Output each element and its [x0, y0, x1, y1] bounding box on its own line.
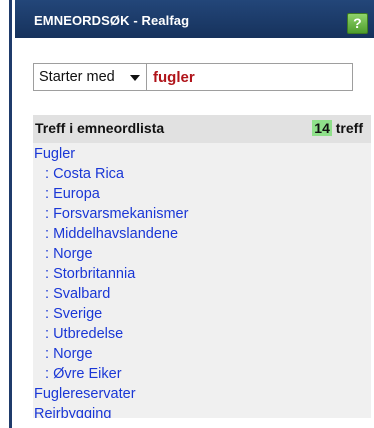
search-mode-select[interactable]: Starter med — [33, 63, 147, 91]
subject-subterm-link[interactable]: : Costa Rica — [33, 164, 371, 184]
subterm-separator: : — [45, 366, 54, 382]
term-label: Svalbard — [53, 286, 111, 302]
subject-subterm-link[interactable]: : Norge — [33, 344, 371, 364]
help-button[interactable]: ? — [347, 13, 368, 34]
chevron-down-icon — [130, 75, 140, 81]
subject-subterm-link[interactable]: : Middelhavslandene — [33, 224, 371, 244]
results-list: Fugler: Costa Rica: Europa: Forsvarsmeka… — [33, 143, 371, 424]
term-label: Middelhavslandene — [53, 226, 179, 242]
subterm-separator: : — [45, 306, 54, 322]
search-input[interactable] — [147, 63, 353, 91]
subject-subterm-link[interactable]: : Europa — [33, 184, 371, 204]
subject-subterm-link[interactable]: : Storbritannia — [33, 264, 371, 284]
subject-subterm-link[interactable]: : Utbredelse — [33, 324, 371, 344]
subterm-separator: : — [45, 246, 54, 262]
subterm-separator: : — [45, 166, 54, 182]
term-label: Fuglereservater — [34, 386, 136, 402]
results-header: Treff i emneordlista 14 treff — [33, 115, 371, 143]
subterm-separator: : — [45, 326, 54, 342]
term-label: Fugler — [34, 146, 76, 162]
term-label: Utbredelse — [53, 326, 124, 342]
subterm-separator: : — [45, 186, 54, 202]
subterm-separator: : — [45, 286, 54, 302]
term-label: Sverige — [53, 306, 103, 322]
term-label: Norge — [53, 246, 93, 262]
results-count: 14 treff — [312, 120, 363, 136]
results-panel: Treff i emneordlista 14 treff Fugler: Co… — [33, 115, 371, 428]
search-row: Starter med — [33, 63, 353, 91]
subject-term-link[interactable]: Fugler — [33, 144, 371, 164]
results-heading: Treff i emneordlista — [35, 120, 165, 136]
window-title: EMNEORDSØK - Realfag — [34, 13, 190, 28]
subject-subterm-link[interactable]: : Forsvarsmekanismer — [33, 204, 371, 224]
subject-term-link[interactable]: Fuglereservater — [33, 384, 371, 404]
subterm-separator: : — [45, 206, 54, 222]
term-label: Storbritannia — [53, 266, 136, 282]
title-bar: EMNEORDSØK - Realfag ? — [15, 0, 374, 38]
term-label: Costa Rica — [53, 166, 124, 182]
subterm-separator: : — [45, 346, 54, 362]
subject-subterm-link[interactable]: : Øvre Eiker — [33, 364, 371, 384]
subject-subterm-link[interactable]: : Norge — [33, 244, 371, 264]
help-icon: ? — [353, 15, 362, 31]
subterm-separator: : — [45, 226, 54, 242]
subject-subterm-link[interactable]: : Svalbard — [33, 284, 371, 304]
term-label: Europa — [53, 186, 100, 202]
subterm-separator: : — [45, 266, 54, 282]
window-left-border — [0, 0, 12, 428]
term-label: Forsvarsmekanismer — [53, 206, 189, 222]
subject-subterm-link[interactable]: : Sverige — [33, 304, 371, 324]
term-label: Norge — [53, 346, 93, 362]
panel-bottom-gap — [33, 418, 371, 428]
results-count-suffix: treff — [331, 120, 363, 136]
results-count-number: 14 — [312, 120, 332, 136]
search-mode-value: Starter med — [39, 69, 115, 85]
term-label: Øvre Eiker — [53, 366, 122, 382]
